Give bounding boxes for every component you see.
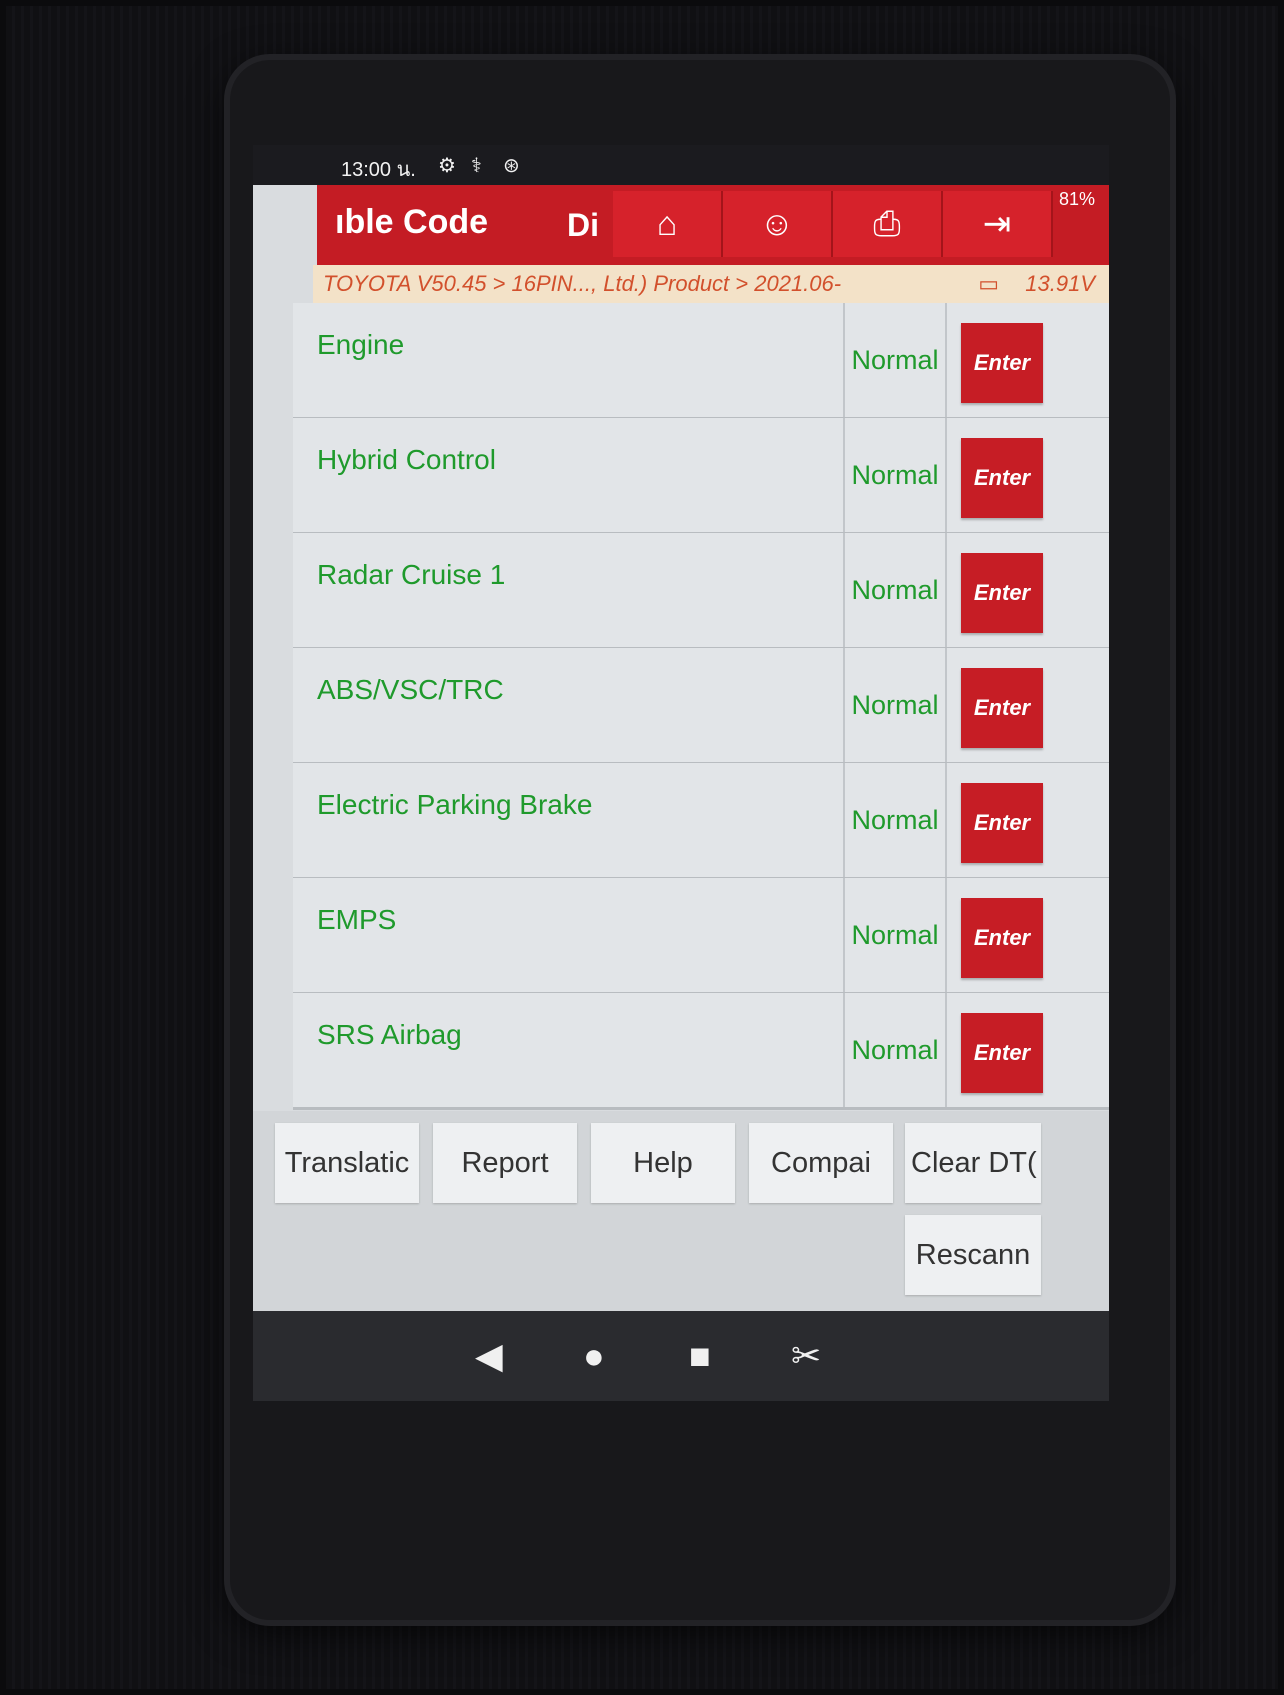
support-button[interactable]: ☺: [723, 191, 833, 257]
system-status: Normal: [843, 993, 947, 1107]
enter-button[interactable]: Enter: [961, 1013, 1043, 1093]
home-nav-icon[interactable]: ●: [583, 1335, 605, 1377]
breadcrumb: TOYOTA V50.45 > 16PIN..., Ltd.) Product …: [313, 265, 1109, 303]
app-header: ıble Code Di ✱ ▮ 81% ⌂ ☺ ⎙ ⇥: [317, 185, 1109, 265]
enter-button[interactable]: Enter: [961, 553, 1043, 633]
system-name: SRS Airbag: [317, 1019, 462, 1050]
list-item: Hybrid Control Normal Enter: [293, 418, 1109, 535]
android-nav-bar: ◀ ● ■ ✂: [253, 1311, 1109, 1401]
help-button[interactable]: Help: [591, 1123, 735, 1203]
stethoscope-icon: ⚕: [471, 155, 482, 177]
report-button[interactable]: Report: [433, 1123, 577, 1203]
enter-button[interactable]: Enter: [961, 668, 1043, 748]
list-item: EMPS Normal Enter: [293, 878, 1109, 995]
back-icon[interactable]: ◀: [475, 1335, 503, 1377]
list-item: ABS/VSC/TRC Normal Enter: [293, 648, 1109, 765]
list-item: Radar Cruise 1 Normal Enter: [293, 533, 1109, 650]
system-status: Normal: [843, 648, 947, 762]
enter-button[interactable]: Enter: [961, 783, 1043, 863]
enter-button[interactable]: Enter: [961, 323, 1043, 403]
screenshot-icon[interactable]: ✂: [791, 1335, 821, 1377]
exit-button[interactable]: ⇥: [943, 191, 1053, 257]
recent-apps-icon[interactable]: ■: [689, 1335, 711, 1377]
voltage-readout: 13.91V: [1025, 271, 1095, 296]
system-status: Normal: [843, 763, 947, 877]
enter-button[interactable]: Enter: [961, 898, 1043, 978]
clock: 13:00 น.: [341, 159, 416, 181]
status-bar: 13:00 น. ⚙ ⚕ ⊛: [253, 145, 1109, 185]
system-name: Electric Parking Brake: [317, 789, 593, 820]
list-item: SRS Airbag Normal Enter: [293, 993, 1109, 1110]
system-status: Normal: [843, 303, 947, 417]
list-item: Engine Normal Enter: [293, 303, 1109, 420]
enter-button[interactable]: Enter: [961, 438, 1043, 518]
car-battery-icon: ▭: [978, 271, 999, 296]
page-title: ıble Code: [335, 203, 489, 241]
compare-button[interactable]: Compai: [749, 1123, 893, 1203]
translation-button[interactable]: Translatic: [275, 1123, 419, 1203]
exit-icon: ⇥: [982, 205, 1012, 243]
home-icon: ⌂: [656, 204, 678, 243]
notification-icon: ⊛: [503, 155, 520, 177]
system-status: Normal: [843, 533, 947, 647]
system-name: Hybrid Control: [317, 444, 496, 475]
system-list: Engine Normal Enter Hybrid Control Norma…: [293, 303, 1109, 1111]
system-name: Engine: [317, 329, 405, 360]
bottom-bezel: [253, 1401, 1109, 1485]
clear-dtc-button[interactable]: Clear DT(: [905, 1123, 1041, 1203]
system-name: Radar Cruise 1: [317, 559, 506, 590]
user-support-icon: ☺: [759, 204, 795, 243]
device-screen: 13:00 น. ⚙ ⚕ ⊛ ıble Code Di ✱ ▮ 81% ⌂ ☺ …: [253, 145, 1109, 1485]
breadcrumb-path: TOYOTA V50.45 > 16PIN..., Ltd.) Product …: [323, 271, 842, 296]
page-title-secondary: Di: [567, 207, 599, 243]
system-name: EMPS: [317, 904, 397, 935]
list-item: Electric Parking Brake Normal Enter: [293, 763, 1109, 880]
print-icon: ⎙: [873, 204, 901, 243]
rescan-button[interactable]: Rescann: [905, 1215, 1041, 1295]
battery-level: 81%: [1058, 189, 1095, 209]
system-status: Normal: [843, 878, 947, 992]
system-name: ABS/VSC/TRC: [317, 674, 504, 705]
bottom-toolbar: Translatic Report Help Compai Clear DT( …: [253, 1111, 1109, 1311]
print-button[interactable]: ⎙: [833, 191, 943, 257]
home-button[interactable]: ⌂: [613, 191, 723, 257]
settings-icon: ⚙: [438, 155, 456, 177]
system-status: Normal: [843, 418, 947, 532]
